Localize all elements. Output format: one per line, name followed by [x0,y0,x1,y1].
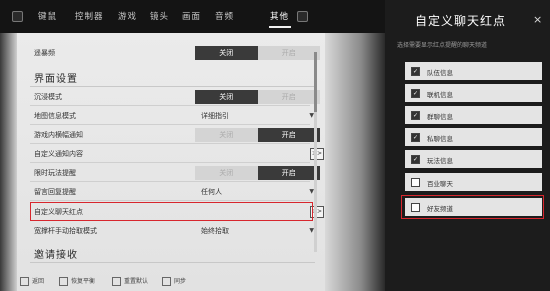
checkbox-checked-icon[interactable]: ✓ [411,111,420,120]
top-tab-bar: 键鼠 控制器 游戏 镜头 画面 音频 其他 [0,0,385,33]
option-guild[interactable]: 百业聊天 [405,173,542,191]
bottom-hint-bar: 返回 恢复平衡 重置默认 同步 [17,270,325,291]
key-icon [20,277,29,286]
tab-keyboard-mouse[interactable]: 键鼠 [38,10,57,22]
setting-row-timed-reminder: 限时玩法提醒 关闭 开启 [20,164,320,182]
highlight-frame [401,195,544,219]
setting-label: 限时玩法提醒 [34,169,76,177]
setting-dropdown[interactable]: 详细指引 ▼ [195,109,320,123]
prev-tab-key-icon[interactable] [12,11,23,22]
option-team[interactable]: ✓ 队伍信息 [405,62,542,80]
tab-graphics[interactable]: 画面 [182,10,201,22]
toggle-on-option[interactable]: 开启 [257,90,320,104]
row-divider [30,162,310,163]
setting-toggle[interactable]: 关闭 开启 [195,128,320,142]
toggle-on-option[interactable]: 开启 [257,166,320,180]
setting-label: 宽撑杆手动拾取模式 [34,227,97,235]
checkbox-checked-icon[interactable]: ✓ [411,155,420,164]
row-divider [30,200,310,201]
dropdown-value: 任何人 [201,188,222,196]
setting-row-immersive: 沉浸模式 关闭 开启 [20,88,320,106]
tab-audio[interactable]: 音频 [215,10,234,22]
hint-back[interactable]: 返回 [20,276,44,286]
hint-label: 返回 [32,278,45,285]
hint-label: 恢复平衡 [71,278,96,285]
open-submenu-button[interactable]: >> [310,148,324,160]
setting-label: 游戏内横幅通知 [34,131,83,139]
setting-dropdown[interactable]: 始终拾取 ▼ [195,224,320,238]
option-label: 玩法信息 [427,157,453,165]
setting-toggle[interactable]: 关闭 开启 [195,90,320,104]
setting-label: 遥暴频 [34,49,55,57]
setting-label: 留言回复提醒 [34,188,76,196]
next-tab-key-icon[interactable] [297,11,308,22]
key-icon [59,277,68,286]
option-gameplay[interactable]: ✓ 玩法信息 [405,150,542,168]
setting-label: 自定义通知内容 [34,150,83,158]
setting-row-map-info: 地图信息模式 详细指引 ▼ [20,107,314,125]
toggle-on-option[interactable]: 开启 [257,128,320,142]
chat-dot-popup: 自定义聊天红点 × 选择需要显示红点提醒的聊天频道 ✓ 队伍信息 ✓ 联机信息 … [385,0,550,291]
checkbox-icon[interactable] [411,178,420,187]
toggle-on-option[interactable]: 开启 [257,46,320,60]
section-title-invite: 邀请接收 [34,250,78,261]
tab-camera[interactable]: 镜头 [150,10,169,22]
popup-subtitle: 选择需要显示红点提醒的聊天频道 [397,42,488,49]
key-icon [162,277,171,286]
option-coop[interactable]: ✓ 联机信息 [405,84,542,102]
dropdown-value: 详细指引 [201,112,229,120]
setting-row-banner-notify: 游戏内横幅通知 关闭 开启 [20,126,320,144]
option-label: 私聊信息 [427,135,453,143]
setting-row-message-reply: 留言回复提醒 任何人 ▼ [20,183,314,201]
section-divider [30,86,315,87]
highlight-frame [30,202,313,221]
toggle-off-option[interactable]: 关闭 [195,166,258,180]
row-divider [30,143,310,144]
hint-reset[interactable]: 重置默认 [112,276,148,286]
section-title-interface: 界面设置 [34,74,78,85]
option-group[interactable]: ✓ 群聊信息 [405,106,542,124]
popup-title: 自定义聊天红点 [415,14,507,28]
option-label: 联机信息 [427,91,453,99]
checkbox-checked-icon[interactable]: ✓ [411,133,420,142]
hint-sync[interactable]: 同步 [162,276,186,286]
option-private[interactable]: ✓ 私聊信息 [405,128,542,146]
active-tab-indicator [269,26,291,28]
setting-row-sound: 遥暴频 关闭 开启 [20,44,320,62]
content-edge-shadow-right [325,33,385,291]
hint-label: 同步 [174,278,187,285]
checkbox-checked-icon[interactable]: ✓ [411,67,420,76]
setting-label: 沉浸模式 [34,93,62,101]
setting-label: 地图信息模式 [34,112,76,120]
key-icon [112,277,121,286]
option-label: 百业聊天 [427,180,453,188]
setting-dropdown[interactable]: 任何人 ▼ [195,185,320,199]
setting-toggle[interactable]: 关闭 开启 [195,166,320,180]
settings-panel: 键鼠 控制器 游戏 镜头 画面 音频 其他 遥暴频 关闭 开启 界面设置 沉浸模… [0,0,385,291]
setting-row-custom-notify[interactable]: 自定义通知内容 >> [20,145,324,163]
setting-row-pickup-mode: 宽撑杆手动拾取模式 始终拾取 ▼ [20,222,314,240]
toggle-off-option[interactable]: 关闭 [195,90,258,104]
toggle-off-option[interactable]: 关闭 [195,46,258,60]
hint-label: 重置默认 [124,278,149,285]
hint-restore[interactable]: 恢复平衡 [59,276,95,286]
checkbox-checked-icon[interactable]: ✓ [411,89,420,98]
content-edge-shadow [0,33,17,291]
row-divider [30,181,310,182]
close-icon[interactable]: × [533,13,542,26]
tab-controller[interactable]: 控制器 [75,10,104,22]
section-divider [30,262,315,263]
setting-toggle[interactable]: 关闭 开启 [195,46,320,60]
row-divider [30,124,310,125]
tab-other[interactable]: 其他 [270,10,289,22]
option-label: 队伍信息 [427,69,453,77]
row-divider [30,105,310,106]
toggle-off-option[interactable]: 关闭 [195,128,258,142]
tab-game[interactable]: 游戏 [118,10,137,22]
scrollbar-thumb[interactable] [314,52,317,112]
dropdown-value: 始终拾取 [201,227,229,235]
option-label: 群聊信息 [427,113,453,121]
